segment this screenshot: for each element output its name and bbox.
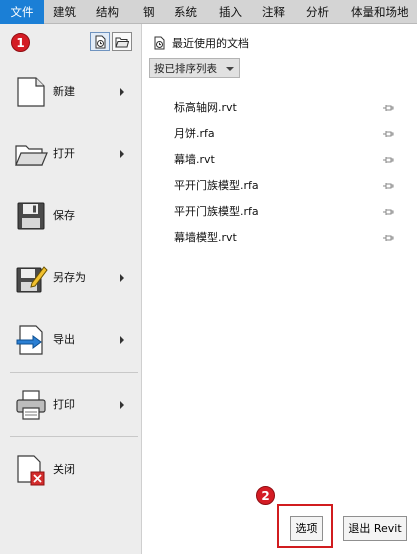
pin-icon[interactable] — [382, 180, 394, 192]
recent-documents-toggle[interactable] — [90, 32, 110, 51]
recent-document-item[interactable]: 幕墙.rvt — [174, 149, 394, 171]
menu-item-save-as[interactable]: 另存为 — [0, 252, 139, 304]
menu-item-label: 另存为 — [53, 271, 86, 284]
recent-document-item[interactable]: 平开门族模型.rfa — [174, 201, 394, 223]
open-folder-icon — [14, 137, 48, 171]
open-documents-toggle[interactable] — [112, 32, 132, 51]
tab-steel[interactable]: 钢 — [143, 0, 155, 24]
sort-order-label: 按已排序列表 — [154, 62, 217, 75]
menu-item-new[interactable]: 新建 — [0, 66, 139, 118]
submenu-arrow-icon — [120, 401, 124, 409]
recent-document-item[interactable]: 标高轴网.rvt — [174, 97, 394, 119]
recent-documents-icon — [154, 36, 165, 50]
tab-annotate[interactable]: 注释 — [262, 0, 285, 24]
application-menu: 1 新建 打开 保存 另存为 导出 打印 关闭 — [0, 24, 142, 554]
tab-structure[interactable]: 结构 — [96, 0, 119, 24]
pin-icon[interactable] — [382, 102, 394, 114]
tab-architecture[interactable]: 建筑 — [53, 0, 76, 24]
recent-document-item[interactable]: 平开门族模型.rfa — [174, 175, 394, 197]
annotation-badge-2: 2 — [256, 486, 275, 505]
recent-documents-panel: 最近使用的文档 按已排序列表 标高轴网.rvt 月饼.rfa 幕墙.rvt 平开… — [142, 24, 417, 554]
open-documents-icon — [115, 37, 129, 47]
pin-icon[interactable] — [382, 232, 394, 244]
pin-icon[interactable] — [382, 128, 394, 140]
tab-insert[interactable]: 插入 — [219, 0, 242, 24]
recent-documents-icon — [95, 35, 106, 48]
menu-item-open[interactable]: 打开 — [0, 128, 139, 180]
tab-systems[interactable]: 系统 — [174, 0, 197, 24]
recent-document-item[interactable]: 月饼.rfa — [174, 123, 394, 145]
annotation-badge-1: 1 — [11, 33, 30, 52]
save-as-icon — [14, 261, 48, 295]
menu-item-label: 保存 — [53, 209, 75, 222]
export-icon — [14, 323, 48, 357]
ribbon-tab-bar: 文件 建筑 结构 钢 系统 插入 注释 分析 体量和场地 — [0, 0, 417, 24]
menu-item-save[interactable]: 保存 — [0, 190, 139, 242]
tab-massing-site[interactable]: 体量和场地 — [351, 0, 409, 24]
options-button[interactable]: 选项 — [290, 516, 323, 541]
submenu-arrow-icon — [120, 336, 124, 344]
recent-documents-header: 最近使用的文档 — [152, 36, 249, 50]
menu-divider — [10, 436, 138, 437]
menu-item-label: 关闭 — [53, 463, 75, 476]
pin-icon[interactable] — [382, 154, 394, 166]
printer-icon — [14, 388, 48, 422]
menu-item-label: 打开 — [53, 147, 75, 160]
recent-documents-title: 最近使用的文档 — [172, 37, 249, 50]
exit-revit-button[interactable]: 退出 Revit — [343, 516, 407, 541]
menu-item-label: 打印 — [53, 398, 75, 411]
menu-item-close[interactable]: 关闭 — [0, 444, 139, 496]
chevron-down-icon — [226, 67, 234, 71]
floppy-save-icon — [14, 199, 48, 233]
menu-item-export[interactable]: 导出 — [0, 314, 139, 366]
submenu-arrow-icon — [120, 88, 124, 96]
tab-file[interactable]: 文件 — [0, 0, 44, 24]
new-document-icon — [14, 75, 48, 109]
menu-item-label: 导出 — [53, 333, 75, 346]
pin-icon[interactable] — [382, 206, 394, 218]
recent-document-item[interactable]: 幕墙模型.rvt — [174, 227, 394, 249]
menu-divider — [10, 372, 138, 373]
menu-item-label: 新建 — [53, 85, 75, 98]
submenu-arrow-icon — [120, 274, 124, 282]
close-document-icon — [14, 453, 48, 487]
submenu-arrow-icon — [120, 150, 124, 158]
sort-order-dropdown[interactable]: 按已排序列表 — [149, 58, 240, 78]
menu-item-print[interactable]: 打印 — [0, 379, 139, 431]
tab-analyze[interactable]: 分析 — [306, 0, 329, 24]
